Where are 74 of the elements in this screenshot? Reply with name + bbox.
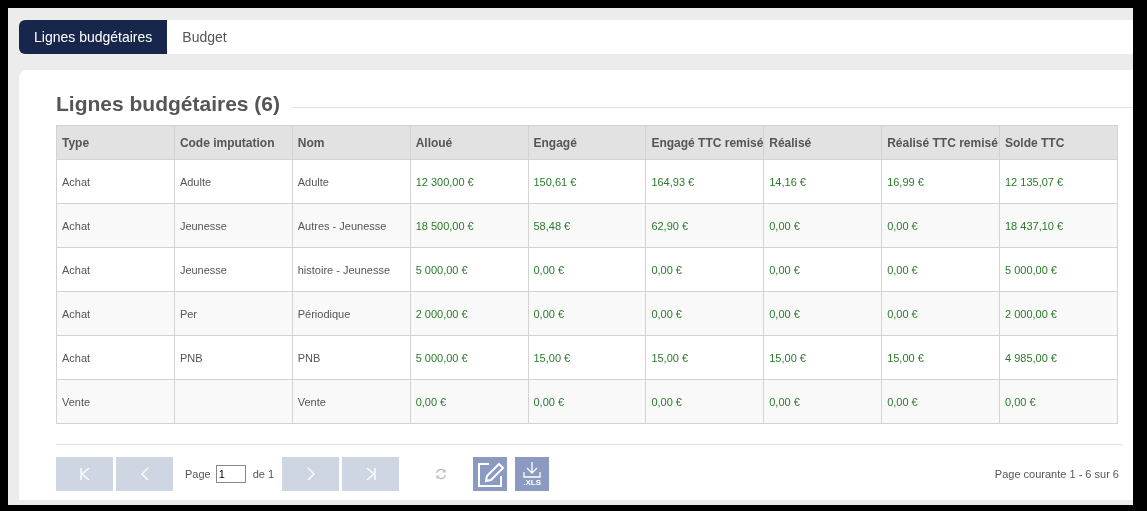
table-cell: PNB (297, 351, 321, 364)
amount-cell: 0,00 € (769, 219, 800, 232)
refresh-icon[interactable] (435, 468, 448, 480)
table-cell: Adulte (179, 175, 212, 188)
table-cell: Per (179, 307, 197, 320)
amount-cell: 5 000,00 € (1005, 263, 1057, 276)
amount-cell: 0,00 € (651, 307, 682, 320)
amount-cell: 12 135,07 € (1005, 175, 1064, 188)
table-cell: Périodique (297, 307, 351, 320)
amount-cell: 0,00 € (887, 395, 918, 408)
table-cell: Jeunesse (179, 219, 227, 232)
table-cell: Vente (297, 395, 326, 408)
table-cell: PNB (179, 351, 203, 364)
amount-cell: 0,00 € (769, 395, 800, 408)
amount-cell: 0,00 € (887, 307, 918, 320)
amount-cell: 150,61 € (533, 175, 577, 188)
table-cell: Achat (62, 175, 91, 188)
amount-cell: 15,00 € (769, 351, 806, 364)
column-header[interactable]: Engagé TTC remisé (645, 125, 764, 160)
amount-cell: 4 985,00 € (1005, 351, 1057, 364)
table-cell: Achat (62, 351, 91, 364)
amount-cell: 18 500,00 € (415, 219, 474, 232)
table-cell: histoire - Jeunesse (297, 263, 391, 276)
table-cell: Adulte (297, 175, 329, 188)
table-cell: Achat (62, 307, 91, 320)
amount-cell: 15,00 € (533, 351, 571, 364)
column-header[interactable]: Nom (292, 125, 411, 160)
amount-cell: 2 000,00 € (415, 307, 468, 320)
amount-cell: 5 000,00 € (415, 351, 468, 364)
section-title: Lignes budgétaires (6) (56, 92, 281, 116)
amount-cell: 0,00 € (533, 307, 565, 320)
last-page-icon (364, 467, 377, 481)
amount-cell: 2 000,00 € (1005, 307, 1057, 320)
amount-cell: 16,99 € (887, 175, 924, 188)
column-header[interactable]: Réalisé TTC remisé (881, 125, 1000, 160)
amount-cell: 0,00 € (887, 263, 918, 276)
page-input[interactable]: 1 (215, 465, 246, 483)
amount-cell: 0,00 € (415, 395, 447, 408)
page-label: Page (185, 468, 211, 480)
table-cell: Autres - Jeunesse (297, 219, 387, 232)
download-icon (522, 461, 543, 479)
table-cell: Vente (62, 395, 91, 408)
column-header[interactable]: Solde TTC (999, 125, 1118, 160)
column-header[interactable]: Code imputation (174, 125, 293, 160)
tab[interactable]: Lignes budgétaires (19, 20, 168, 54)
amount-cell: 164,93 € (651, 175, 695, 188)
table-cell: Achat (62, 263, 91, 276)
column-header[interactable]: Engagé (528, 125, 646, 160)
amount-cell: 0,00 € (1005, 395, 1036, 408)
amount-cell: 0,00 € (769, 263, 800, 276)
page-summary: Page courante 1 - 6 sur 6 (994, 468, 1119, 480)
page-count: de 1 (252, 468, 275, 480)
first-page-icon (78, 467, 91, 481)
column-header[interactable]: Type (56, 125, 175, 160)
amount-cell: 62,90 € (651, 219, 689, 232)
amount-cell: 0,00 € (533, 395, 565, 408)
amount-cell: 0,00 € (887, 219, 918, 232)
column-header[interactable]: Réalisé (763, 125, 882, 160)
amount-cell: 0,00 € (533, 263, 565, 276)
amount-cell: 12 300,00 € (415, 175, 474, 188)
amount-cell: 14,16 € (769, 175, 806, 188)
amount-cell: 15,00 € (651, 351, 689, 364)
column-header[interactable]: Alloué (410, 125, 528, 160)
amount-cell: 0,00 € (651, 395, 682, 408)
table-cell: Jeunesse (179, 263, 227, 276)
amount-cell: 18 437,10 € (1005, 219, 1064, 232)
amount-cell: 0,00 € (651, 263, 682, 276)
amount-cell: 5 000,00 € (415, 263, 468, 276)
amount-cell: 15,00 € (887, 351, 924, 364)
amount-cell: 58,48 € (533, 219, 571, 232)
tab[interactable]: Budget (167, 20, 242, 54)
table-cell: Achat (62, 219, 91, 232)
amount-cell: 0,00 € (769, 307, 800, 320)
edit-button[interactable] (473, 457, 508, 491)
